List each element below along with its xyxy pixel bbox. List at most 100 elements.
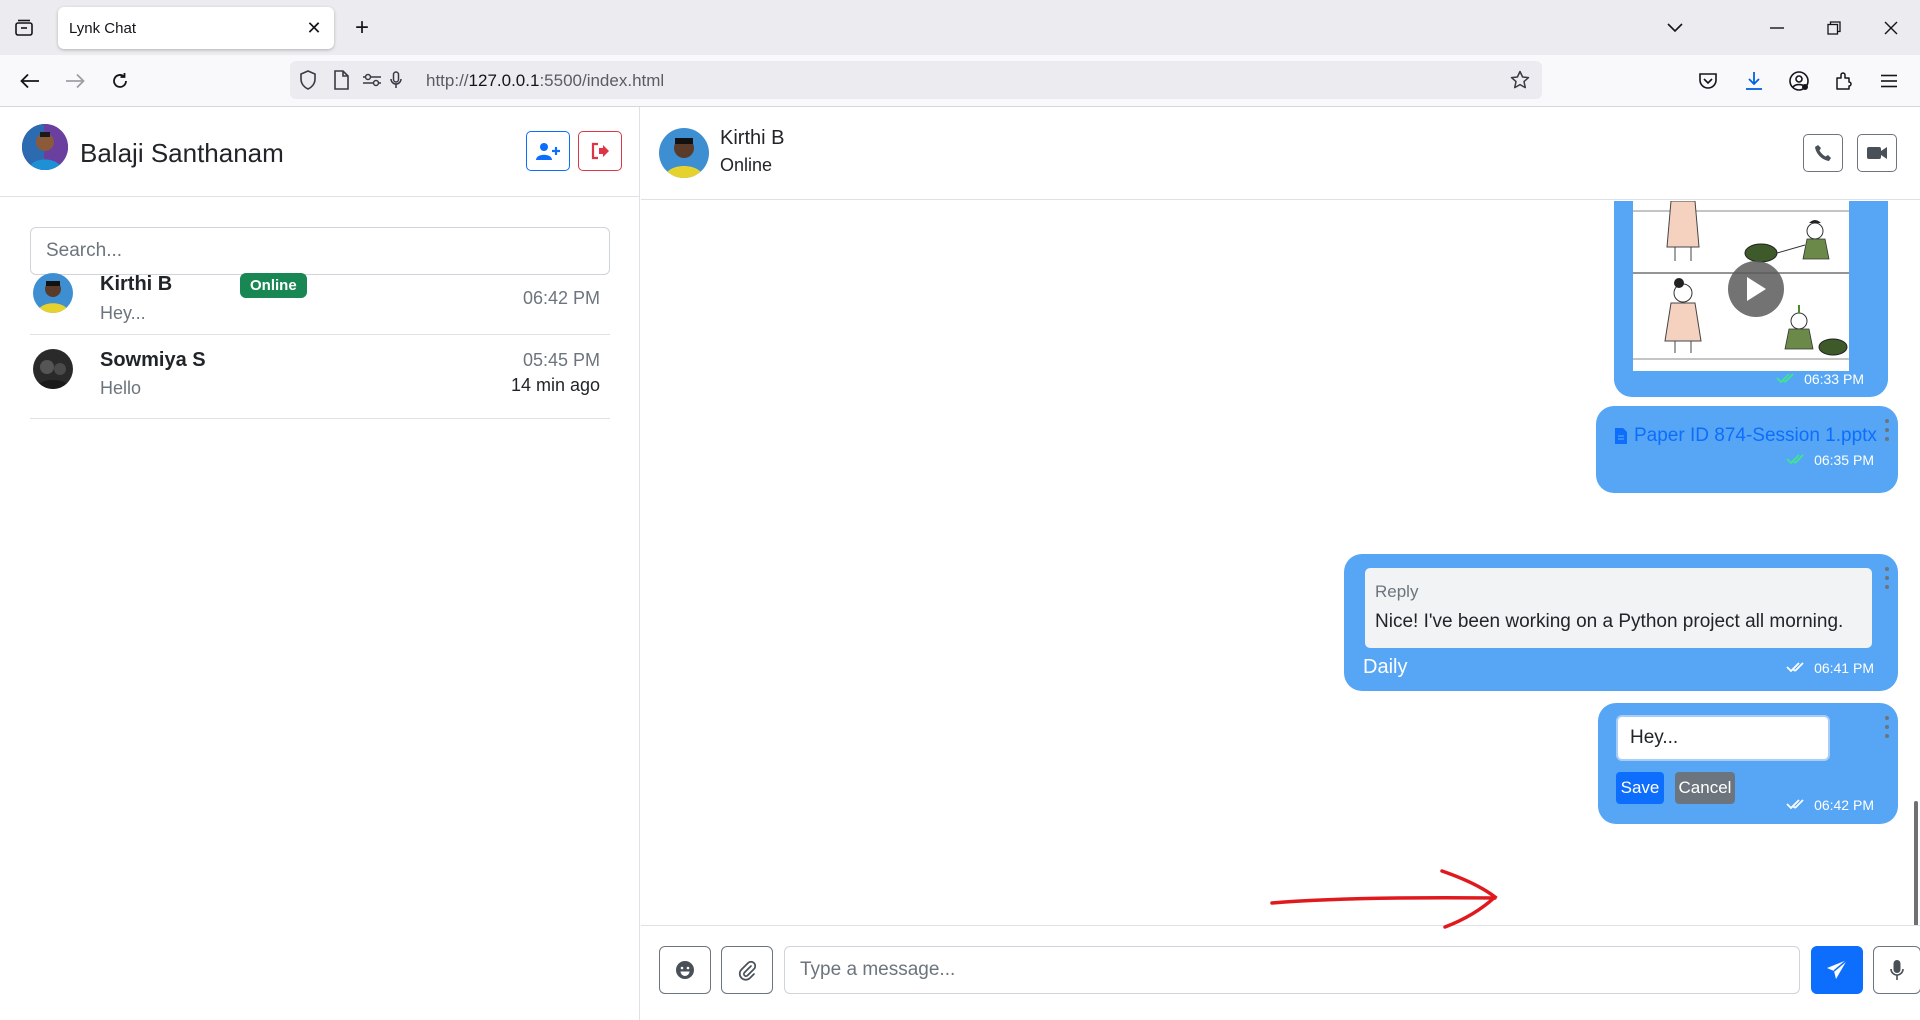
emoji-icon (676, 961, 694, 979)
add-user-icon (536, 143, 560, 160)
contact-item-sowmiya[interactable]: Sowmiya S Hello 05:45 PM 14 min ago (30, 335, 610, 419)
edit-message-input[interactable] (1616, 715, 1830, 761)
phone-icon (1815, 145, 1831, 161)
reply-quoted-text: Nice! I've been working on a Python proj… (1375, 611, 1844, 632)
restore-icon[interactable] (1820, 14, 1848, 42)
reply-message-bubble[interactable]: Reply Nice! I've been working on a Pytho… (1344, 554, 1898, 691)
contact-name: Kirthi B (100, 273, 173, 295)
add-contact-button[interactable] (526, 131, 570, 171)
file-message-bubble[interactable]: Paper ID 874-Session 1.pptx 06:35 PM (1596, 406, 1898, 493)
new-tab-icon[interactable]: + (348, 14, 376, 42)
contact-last-message: Hello (100, 378, 142, 398)
contact-item-kirthi[interactable]: Kirthi B Online Hey... 06:42 PM (30, 251, 610, 335)
message-time: 06:33 PM (1776, 371, 1864, 387)
chat-contact-avatar[interactable] (659, 128, 709, 178)
microphone-permission-icon[interactable] (386, 70, 406, 90)
tab-close-icon[interactable]: ✕ (304, 18, 324, 38)
message-composer (641, 925, 1920, 1020)
play-icon[interactable] (1728, 261, 1784, 317)
quoted-reply[interactable]: Reply Nice! I've been working on a Pytho… (1365, 568, 1872, 648)
file-name: Paper ID 874-Session 1.pptx (1634, 425, 1877, 446)
video-camera-icon (1867, 147, 1887, 159)
contact-time: 05:45 PM (522, 350, 600, 370)
downloads-icon[interactable] (1740, 67, 1768, 95)
file-icon (1615, 428, 1627, 444)
video-call-button[interactable] (1857, 134, 1897, 172)
microphone-icon (1890, 960, 1904, 980)
contact-last-seen: 14 min ago (510, 375, 600, 395)
url-host: 127.0.0.1 (468, 71, 540, 90)
current-user-name: Balaji Santhanam (80, 138, 284, 168)
browser-tab[interactable]: Lynk Chat ✕ (58, 7, 334, 49)
sidebar-header: Balaji Santhanam (0, 107, 640, 197)
message-time-text: 06:41 PM (1814, 660, 1874, 676)
video-thumbnail[interactable] (1633, 201, 1849, 371)
contact-last-message: Hey... (100, 303, 146, 323)
reload-icon[interactable] (106, 67, 134, 95)
messages-area[interactable]: 06:33 PM Paper ID 874-Session 1.pptx 06:… (641, 201, 1920, 925)
permissions-icon[interactable] (362, 70, 382, 90)
video-message-bubble[interactable]: 06:33 PM (1614, 201, 1888, 397)
close-window-icon[interactable] (1877, 14, 1905, 42)
scrollbar[interactable] (1914, 801, 1918, 925)
voice-call-button[interactable] (1803, 134, 1843, 172)
message-time-text: 06:33 PM (1804, 371, 1864, 387)
extensions-icon[interactable] (1830, 67, 1858, 95)
read-ticks-icon (1776, 371, 1800, 387)
cancel-button[interactable]: Cancel (1675, 772, 1735, 804)
chat-contact-status: Online (720, 155, 773, 175)
browser-tab-bar: Lynk Chat ✕ + (0, 0, 1920, 55)
online-badge: Online (240, 273, 307, 298)
contact-avatar (33, 349, 73, 389)
send-icon (1827, 959, 1848, 979)
message-time: 06:42 PM (1786, 797, 1874, 813)
message-text: Daily (1363, 656, 1408, 678)
editing-message-bubble[interactable]: Save Cancel 06:42 PM (1598, 703, 1898, 824)
avatar[interactable] (22, 124, 68, 170)
url-bar[interactable]: http://127.0.0.1:5500/index.html (290, 61, 1542, 99)
url-text[interactable]: http://127.0.0.1:5500/index.html (426, 71, 664, 91)
attach-button[interactable] (721, 946, 773, 994)
bookmark-star-icon[interactable] (1510, 70, 1530, 90)
read-ticks-icon (1786, 452, 1810, 468)
message-options-icon[interactable] (1884, 567, 1890, 589)
message-input[interactable] (784, 946, 1800, 994)
contact-avatar (33, 273, 73, 313)
message-time-text: 06:35 PM (1814, 452, 1874, 468)
tab-title: Lynk Chat (69, 20, 136, 37)
account-icon[interactable] (1785, 67, 1813, 95)
file-attachment-link[interactable]: Paper ID 874-Session 1.pptx (1614, 425, 1877, 447)
logout-button[interactable] (578, 131, 622, 171)
send-button[interactable] (1811, 946, 1863, 994)
shield-icon[interactable] (298, 70, 318, 90)
menu-icon[interactable] (1875, 67, 1903, 95)
chat-panel: Kirthi B Online 06:33 PM Paper ID 874-Se… (641, 107, 1920, 1020)
message-time-text: 06:42 PM (1814, 797, 1874, 813)
chat-header: Kirthi B Online (641, 107, 1920, 200)
message-time: 06:41 PM (1786, 660, 1874, 676)
page-icon[interactable] (331, 70, 351, 90)
forward-icon[interactable] (61, 67, 89, 95)
message-options-icon[interactable] (1884, 716, 1890, 738)
sidebar: Balaji Santhanam Kirthi B Online Hey... … (0, 107, 640, 1020)
browser-nav-bar: http://127.0.0.1:5500/index.html (0, 55, 1920, 107)
url-path: :5500/index.html (539, 71, 665, 90)
delivered-ticks-icon (1786, 660, 1810, 676)
logout-icon (591, 142, 609, 160)
list-all-tabs-icon[interactable] (1661, 14, 1689, 42)
contact-name: Sowmiya S (100, 349, 206, 371)
tab-list-icon[interactable] (12, 16, 36, 40)
minimize-icon[interactable] (1763, 14, 1791, 42)
reply-label: Reply (1375, 582, 1419, 601)
chat-contact-name: Kirthi B (720, 127, 785, 149)
pocket-icon[interactable] (1694, 67, 1722, 95)
back-icon[interactable] (16, 67, 44, 95)
chat-app: Balaji Santhanam Kirthi B Online Hey... … (0, 107, 1920, 1020)
message-options-icon[interactable] (1884, 419, 1890, 441)
delivered-ticks-icon (1786, 797, 1810, 813)
url-prefix: http:// (426, 71, 469, 90)
voice-record-button[interactable] (1873, 946, 1920, 994)
save-button[interactable]: Save (1616, 772, 1664, 804)
emoji-button[interactable] (659, 946, 711, 994)
paperclip-icon (738, 960, 756, 981)
